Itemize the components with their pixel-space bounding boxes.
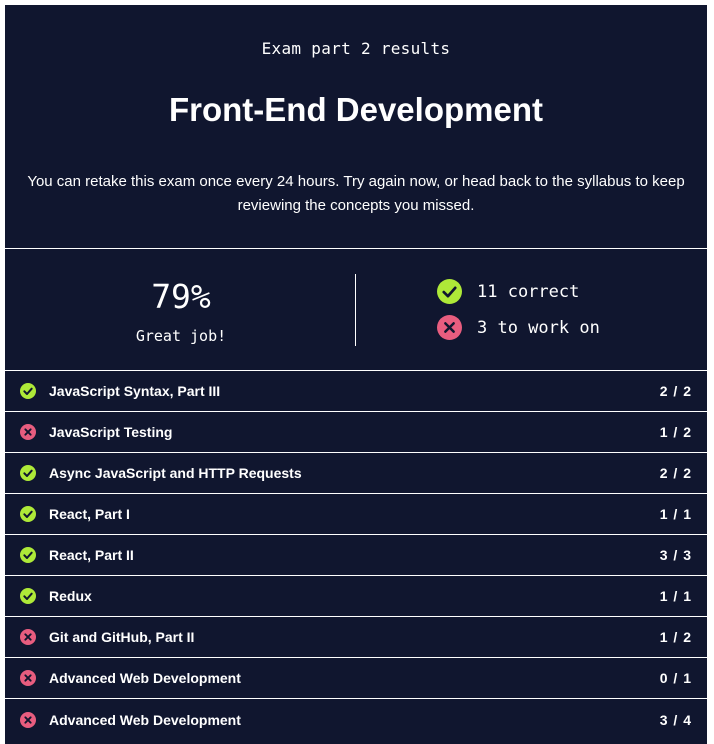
topic-name: JavaScript Syntax, Part III xyxy=(49,383,221,399)
summary-divider xyxy=(355,274,356,346)
x-circle-icon xyxy=(437,315,462,340)
topic-row: Async JavaScript and HTTP Requests 2 / 2 xyxy=(5,453,707,494)
check-circle-icon xyxy=(20,383,36,399)
topic-score: 1 / 1 xyxy=(659,506,692,522)
topic-score: 0 / 1 xyxy=(659,670,692,686)
exam-part-label: Exam part 2 results xyxy=(261,39,451,58)
topic-row: Advanced Web Development 3 / 4 xyxy=(5,699,707,740)
topic-row: JavaScript Testing 1 / 2 xyxy=(5,412,707,453)
correct-tally: 11 correct xyxy=(437,279,579,304)
topic-name: Advanced Web Development xyxy=(49,711,241,728)
topic-name: Async JavaScript and HTTP Requests xyxy=(49,465,302,481)
check-circle-icon xyxy=(20,588,36,604)
topic-row: Advanced Web Development 0 / 1 xyxy=(5,658,707,699)
topic-name: Git and GitHub, Part II xyxy=(49,629,195,645)
score-message: Great job! xyxy=(135,327,227,345)
topic-row: React, Part II 3 / 3 xyxy=(5,535,707,576)
topic-row: Redux 1 / 1 xyxy=(5,576,707,617)
x-circle-icon xyxy=(20,670,36,686)
score-block: 79% Great job! xyxy=(5,249,357,370)
x-circle-icon xyxy=(20,711,36,728)
topic-name: React, Part I xyxy=(49,506,130,522)
x-circle-icon xyxy=(20,629,36,645)
topic-score: 3 / 4 xyxy=(659,711,692,728)
topic-name: React, Part II xyxy=(49,547,134,563)
topic-results-list: JavaScript Syntax, Part III 2 / 2 JavaScri… xyxy=(5,371,707,740)
topic-row: JavaScript Syntax, Part III 2 / 2 xyxy=(5,371,707,412)
topic-score: 1 / 2 xyxy=(659,629,692,645)
wrong-tally: 3 to work on xyxy=(437,315,600,340)
topic-row: Git and GitHub, Part II 1 / 2 xyxy=(5,617,707,658)
score-summary: 79% Great job! 11 correct 3 to work on xyxy=(5,249,707,371)
retake-description: You can retake this exam once every 24 h… xyxy=(27,173,685,214)
topic-score: 2 / 2 xyxy=(659,383,692,399)
topic-name: Advanced Web Development xyxy=(49,670,241,686)
wrong-count: 3 to work on xyxy=(477,317,600,338)
score-percent: 79% xyxy=(151,277,211,316)
page-title: Front-End Development xyxy=(168,91,543,128)
topic-score: 1 / 2 xyxy=(659,424,692,440)
check-circle-icon xyxy=(20,506,36,522)
exam-results-panel: Exam part 2 results Front-End Developmen… xyxy=(4,4,708,744)
check-circle-icon xyxy=(437,279,462,304)
topic-row: React, Part I 1 / 1 xyxy=(5,494,707,535)
check-circle-icon xyxy=(20,547,36,563)
topic-name: JavaScript Testing xyxy=(49,424,173,440)
x-circle-icon xyxy=(20,424,36,440)
topic-score: 2 / 2 xyxy=(659,465,692,481)
topic-name: Redux xyxy=(49,588,92,604)
results-header: Exam part 2 results Front-End Developmen… xyxy=(5,5,707,249)
check-circle-icon xyxy=(20,465,36,481)
topic-score: 3 / 3 xyxy=(659,547,692,563)
topic-score: 1 / 1 xyxy=(659,588,692,604)
correct-count: 11 correct xyxy=(477,281,580,302)
